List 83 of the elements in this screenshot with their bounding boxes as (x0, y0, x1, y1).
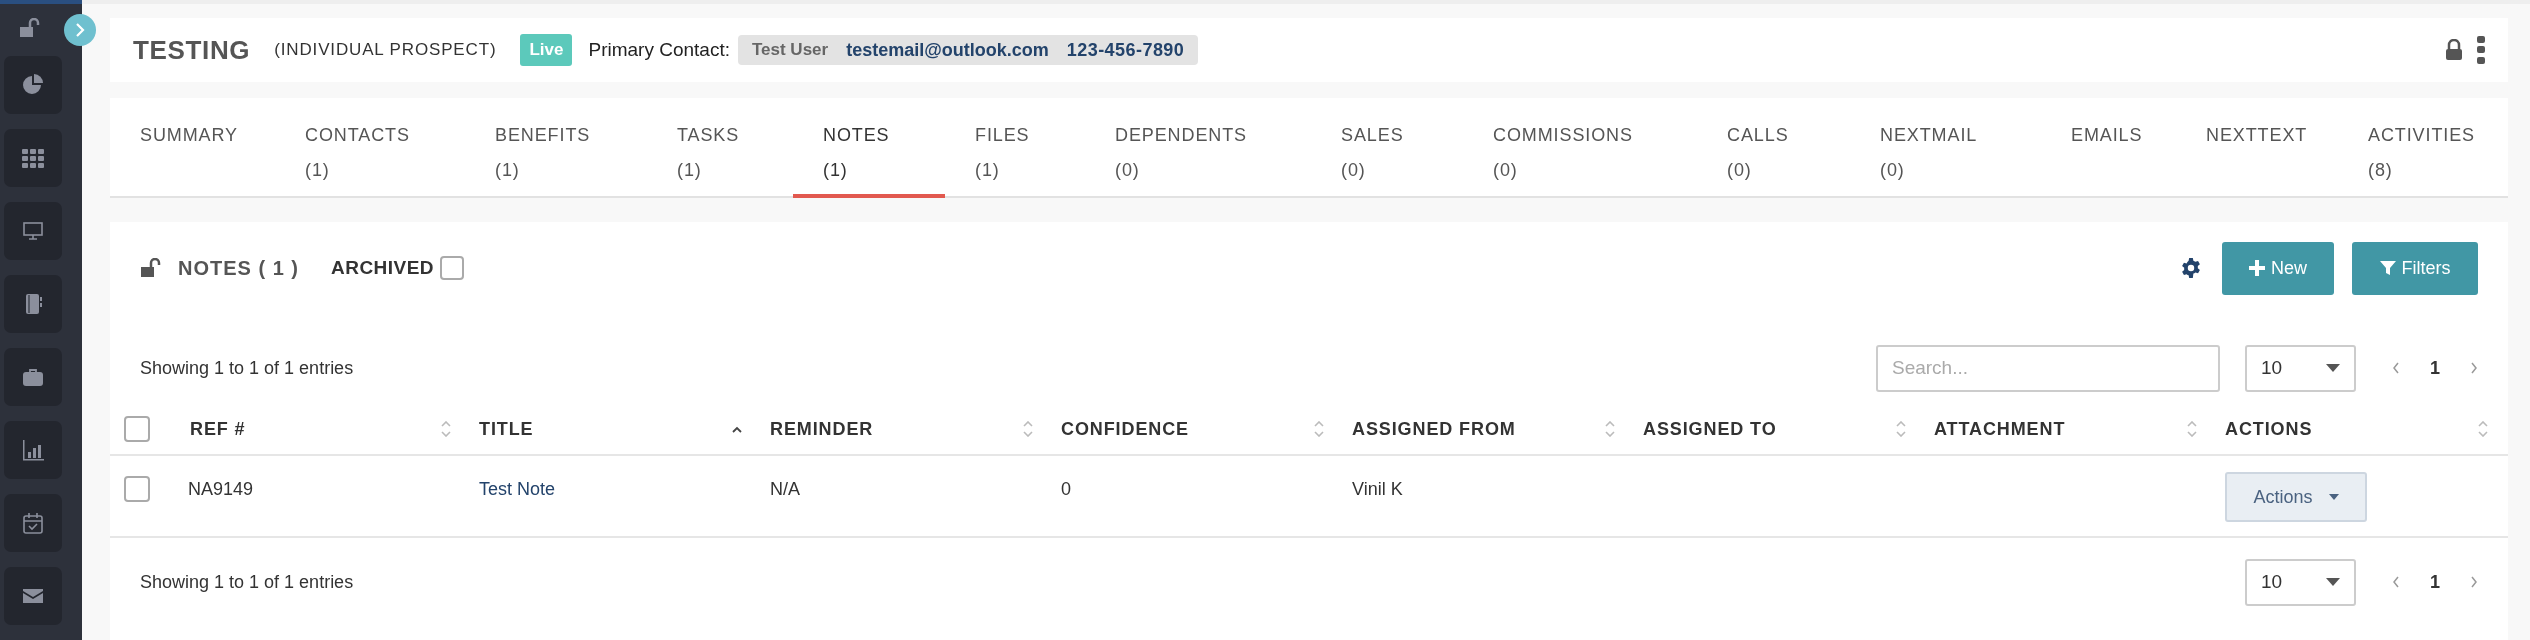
tab[interactable]: TASKS (1) (647, 98, 793, 198)
sidebar-item[interactable] (4, 129, 62, 187)
grid-icon (21, 146, 45, 170)
caret-down-icon (2326, 578, 2340, 586)
page-number[interactable]: 1 (2430, 568, 2440, 596)
search-field[interactable]: Search... (1876, 344, 2220, 392)
sidebar-item[interactable] (4, 202, 62, 260)
page-number[interactable]: 1 (2430, 354, 2440, 382)
column-header[interactable]: REF # (180, 415, 471, 443)
status-badge: Live (520, 34, 573, 66)
tab[interactable]: CONTACTS (1) (275, 98, 465, 198)
tab[interactable]: FILES (1) (945, 98, 1085, 198)
bar-chart-icon (21, 438, 45, 462)
tab[interactable]: DEPENDENTS (0) (1085, 98, 1311, 198)
next-page-icon[interactable] (2470, 576, 2478, 588)
tab[interactable]: COMMISSIONS (0) (1463, 98, 1697, 198)
row-checkbox[interactable] (124, 476, 150, 502)
contact-name: Test User (751, 39, 829, 62)
chevron-right-icon (74, 23, 86, 37)
sort-icon[interactable] (441, 421, 451, 437)
tab[interactable]: NEXTMAIL (0) (1850, 98, 2041, 198)
caret-down-icon (2328, 494, 2339, 500)
sidebar-item[interactable] (4, 56, 62, 114)
tab[interactable]: CALLS (0) (1697, 98, 1850, 198)
lock-icon[interactable] (2445, 39, 2463, 61)
tab[interactable]: SALES (0) (1311, 98, 1463, 198)
primary-contact-label: Primary Contact: (588, 37, 730, 62)
sidebar-item[interactable] (4, 567, 62, 625)
column-header[interactable]: REMINDER (762, 415, 1053, 443)
record-title: TESTING (133, 33, 251, 67)
pie-chart-icon (21, 73, 45, 97)
more-options-icon[interactable] (2477, 36, 2485, 64)
tab[interactable]: SUMMARY (110, 98, 275, 198)
settings-icon[interactable] (2180, 257, 2202, 279)
sort-icon[interactable] (1605, 421, 1615, 437)
unlock-icon[interactable] (18, 18, 42, 38)
expand-sidebar-button[interactable] (64, 14, 96, 46)
select-all-checkbox[interactable] (124, 416, 150, 442)
table-cell: N/A (770, 479, 800, 499)
plus-icon (2249, 260, 2265, 276)
tab[interactable]: ACTIVITIES (8) (2338, 98, 2508, 198)
table-cell: NA9149 (188, 479, 254, 499)
contact-email: testemail@outlook.com (846, 38, 1049, 62)
calendar-check-icon (21, 511, 45, 535)
sidebar-item[interactable] (4, 421, 62, 479)
sort-icon[interactable] (2478, 421, 2488, 437)
column-header[interactable]: ASSIGNED FROM (1344, 415, 1635, 443)
archived-checkbox[interactable] (440, 256, 465, 280)
sort-icon[interactable] (1896, 421, 1906, 437)
entries-info: Showing 1 to 1 of 1 entries (140, 356, 354, 380)
sidebar-item[interactable] (4, 348, 62, 406)
sort-icon[interactable] (1023, 421, 1033, 437)
column-header[interactable]: CONFIDENCE (1053, 415, 1344, 443)
sidebar-item[interactable] (4, 275, 62, 333)
next-page-icon[interactable] (2470, 362, 2478, 374)
monitor-icon (21, 219, 45, 243)
column-header[interactable]: ACTIONS (2217, 415, 2508, 443)
entries-info: Showing 1 to 1 of 1 entries (140, 570, 354, 594)
page-size-select[interactable]: 10 (2245, 344, 2356, 392)
note-title-link[interactable]: Test Note (479, 479, 556, 499)
column-header[interactable]: ASSIGNED TO (1635, 415, 1926, 443)
table-cell: 0 (1061, 479, 1071, 499)
tab[interactable]: NEXTTEXT (2176, 98, 2338, 198)
table-cell: Vinil K (1352, 479, 1403, 499)
sort-icon[interactable] (2187, 421, 2197, 437)
tab[interactable]: BENEFITS (1) (465, 98, 647, 198)
tab[interactable]: NOTES (1) (793, 98, 945, 198)
column-header[interactable]: ATTACHMENT (1926, 415, 2217, 443)
sort-icon[interactable] (1314, 421, 1324, 437)
filter-icon (2379, 260, 2396, 276)
archived-label: ARCHIVED (331, 255, 435, 280)
column-header[interactable]: TITLE (471, 415, 762, 443)
notes-heading: NOTES ( 1 ) (178, 256, 299, 281)
tab[interactable]: EMAILS (2041, 98, 2176, 198)
actions-button[interactable]: Actions (2225, 472, 2367, 522)
record-type: (INDIVIDUAL PROSPECT) (274, 39, 497, 62)
previous-page-icon[interactable] (2392, 362, 2400, 374)
page-size-select[interactable]: 10 (2245, 558, 2356, 606)
sort-ascending-icon[interactable] (732, 425, 742, 433)
caret-down-icon (2326, 364, 2340, 372)
contact-phone: 123-456-7890 (1066, 38, 1185, 62)
previous-page-icon[interactable] (2392, 576, 2400, 588)
sidebar-item[interactable] (4, 494, 62, 552)
